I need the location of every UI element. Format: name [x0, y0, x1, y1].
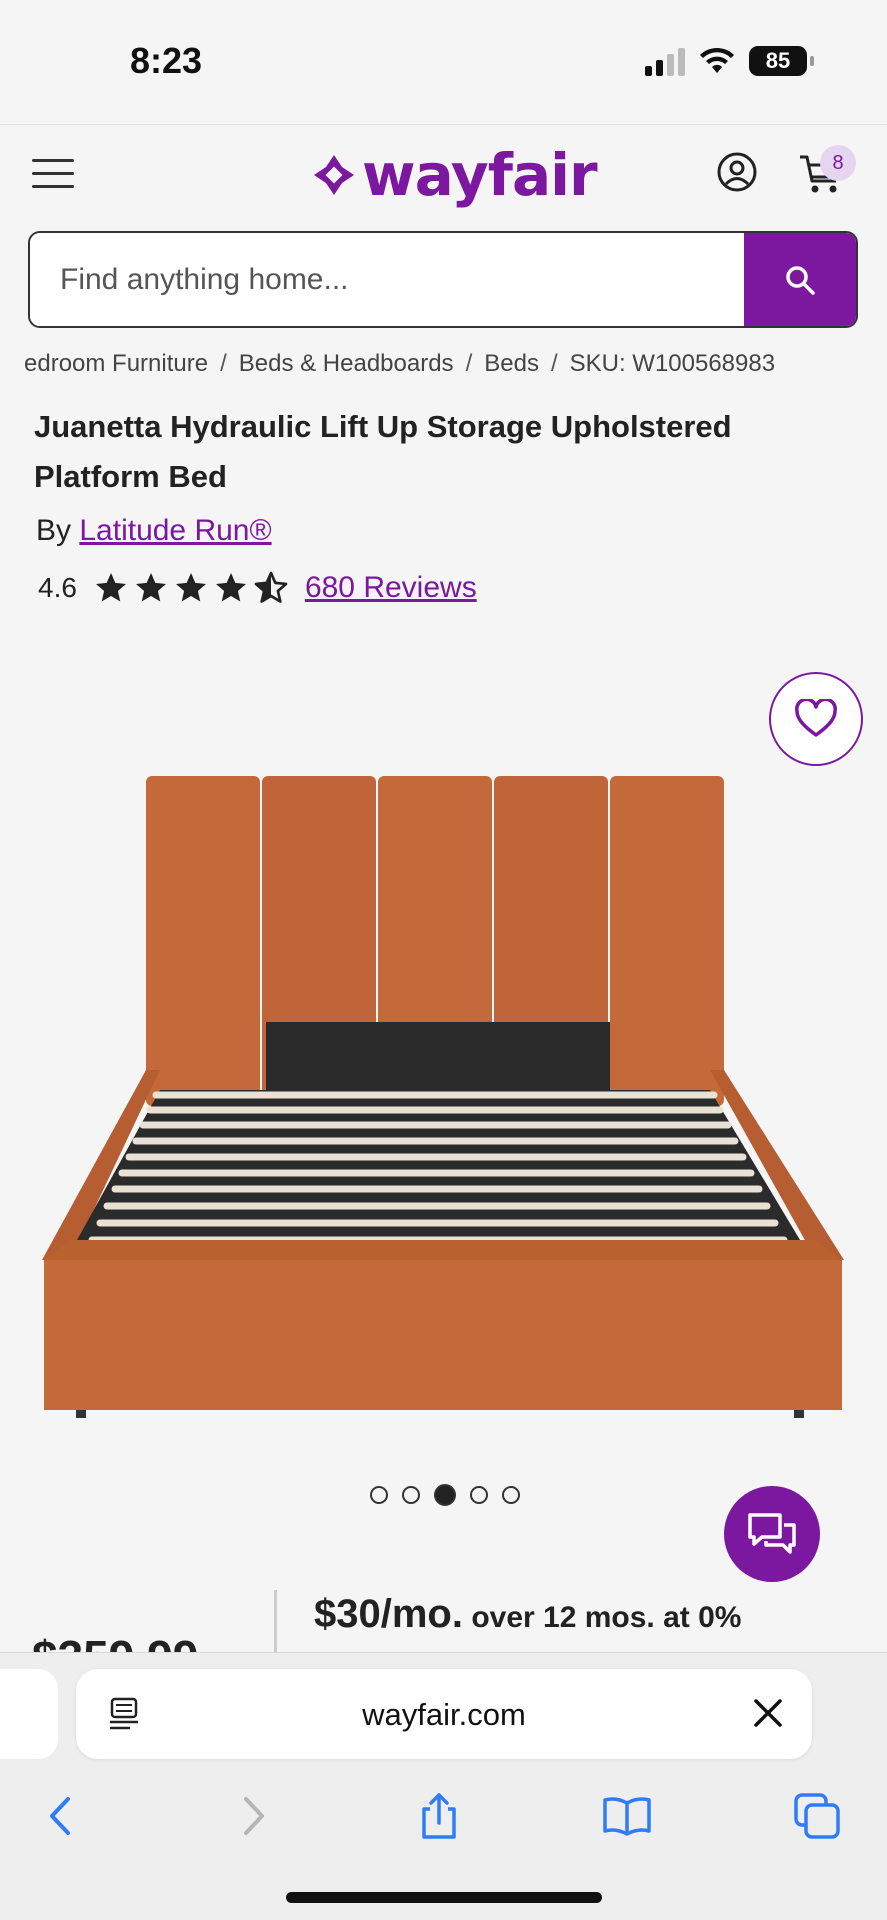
tabs-icon[interactable]	[792, 1791, 842, 1841]
bookmarks-icon[interactable]	[602, 1791, 652, 1841]
product-price: $359.99	[32, 1630, 198, 1652]
favorite-button[interactable]	[769, 672, 863, 766]
search-icon	[786, 265, 815, 295]
product-title: Juanetta Hydraulic Lift Up Storage Uphol…	[34, 409, 732, 494]
account-icon[interactable]	[716, 151, 758, 193]
product-brand: By Latitude Run®	[36, 514, 272, 548]
status-time: 8:23	[130, 40, 203, 81]
star-full-icon	[95, 573, 126, 602]
heart-icon	[795, 699, 837, 737]
search-bar	[28, 231, 858, 328]
cellular-signal-icon	[645, 46, 685, 76]
carousel-dot[interactable]	[370, 1486, 388, 1504]
product-rating: 4.6 680 Reviews	[38, 570, 477, 606]
close-icon[interactable]	[752, 1697, 784, 1729]
browser-toolbar	[0, 1783, 887, 1863]
brand-link[interactable]: Latitude Run®	[79, 514, 271, 547]
sku-label: SKU: W100568983	[569, 350, 776, 377]
product-image[interactable]	[40, 770, 846, 1420]
carousel-dot[interactable]	[502, 1486, 520, 1504]
wifi-icon	[700, 47, 734, 73]
breadcrumb-item-beds[interactable]: Beds	[484, 350, 539, 377]
financing-amount: $30/mo.	[314, 1592, 463, 1636]
breadcrumb-separator: /	[465, 350, 473, 377]
logo-text: wayfair	[362, 141, 598, 209]
star-full-icon	[175, 573, 206, 602]
back-icon[interactable]	[36, 1791, 86, 1841]
reviews-link[interactable]: 680 Reviews	[305, 571, 477, 605]
chat-button[interactable]	[724, 1486, 820, 1582]
by-label: By	[36, 514, 72, 547]
breadcrumb-separator: /	[550, 350, 558, 377]
financing-terms: over 12 mos. at 0%	[471, 1601, 742, 1634]
image-carousel-dots	[370, 1484, 520, 1506]
carousel-dot-active[interactable]	[434, 1484, 456, 1506]
search-button[interactable]	[744, 233, 856, 326]
search-input[interactable]	[30, 233, 746, 326]
wayfair-logo[interactable]: wayfair	[312, 141, 598, 209]
site-header: wayfair 8	[0, 124, 887, 228]
breadcrumb: edroom Furniture / Beds & Headboards / Beds /…	[24, 350, 884, 378]
cart-count-badge: 8	[820, 145, 856, 181]
home-indicator	[286, 1892, 602, 1903]
breadcrumb-item-bedroom-furniture[interactable]: edroom Furniture	[24, 350, 208, 377]
star-half-icon	[254, 571, 288, 603]
carousel-dot[interactable]	[470, 1486, 488, 1504]
chat-icon	[748, 1513, 796, 1554]
address-bar[interactable]: wayfair.com	[76, 1669, 812, 1759]
forward-icon[interactable]	[228, 1791, 278, 1841]
status-bar: 8:23 85	[0, 0, 887, 124]
previous-tab-preview[interactable]	[0, 1669, 58, 1759]
hamburger-menu-icon[interactable]	[32, 159, 74, 191]
browser-chrome: wayfair.com	[0, 1652, 887, 1920]
star-rating	[93, 570, 289, 606]
carousel-dot[interactable]	[402, 1486, 420, 1504]
battery-icon: 85	[749, 46, 814, 76]
star-full-icon	[135, 573, 166, 602]
breadcrumb-separator: /	[220, 350, 227, 377]
star-full-icon	[215, 573, 246, 602]
price-section: $359.99 $30/mo. over 12 mos. at 0%	[0, 1580, 887, 1652]
financing-offer: $30/mo. over 12 mos. at 0%	[314, 1592, 741, 1637]
share-icon[interactable]	[414, 1791, 464, 1841]
rating-value: 4.6	[38, 572, 77, 603]
status-icons: 85	[645, 46, 814, 76]
breadcrumb-item-beds-headboards[interactable]: Beds & Headboards	[239, 350, 454, 377]
url-text: wayfair.com	[362, 1697, 526, 1732]
price-divider	[274, 1590, 277, 1652]
wayfair-logo-mark-icon	[314, 155, 354, 195]
